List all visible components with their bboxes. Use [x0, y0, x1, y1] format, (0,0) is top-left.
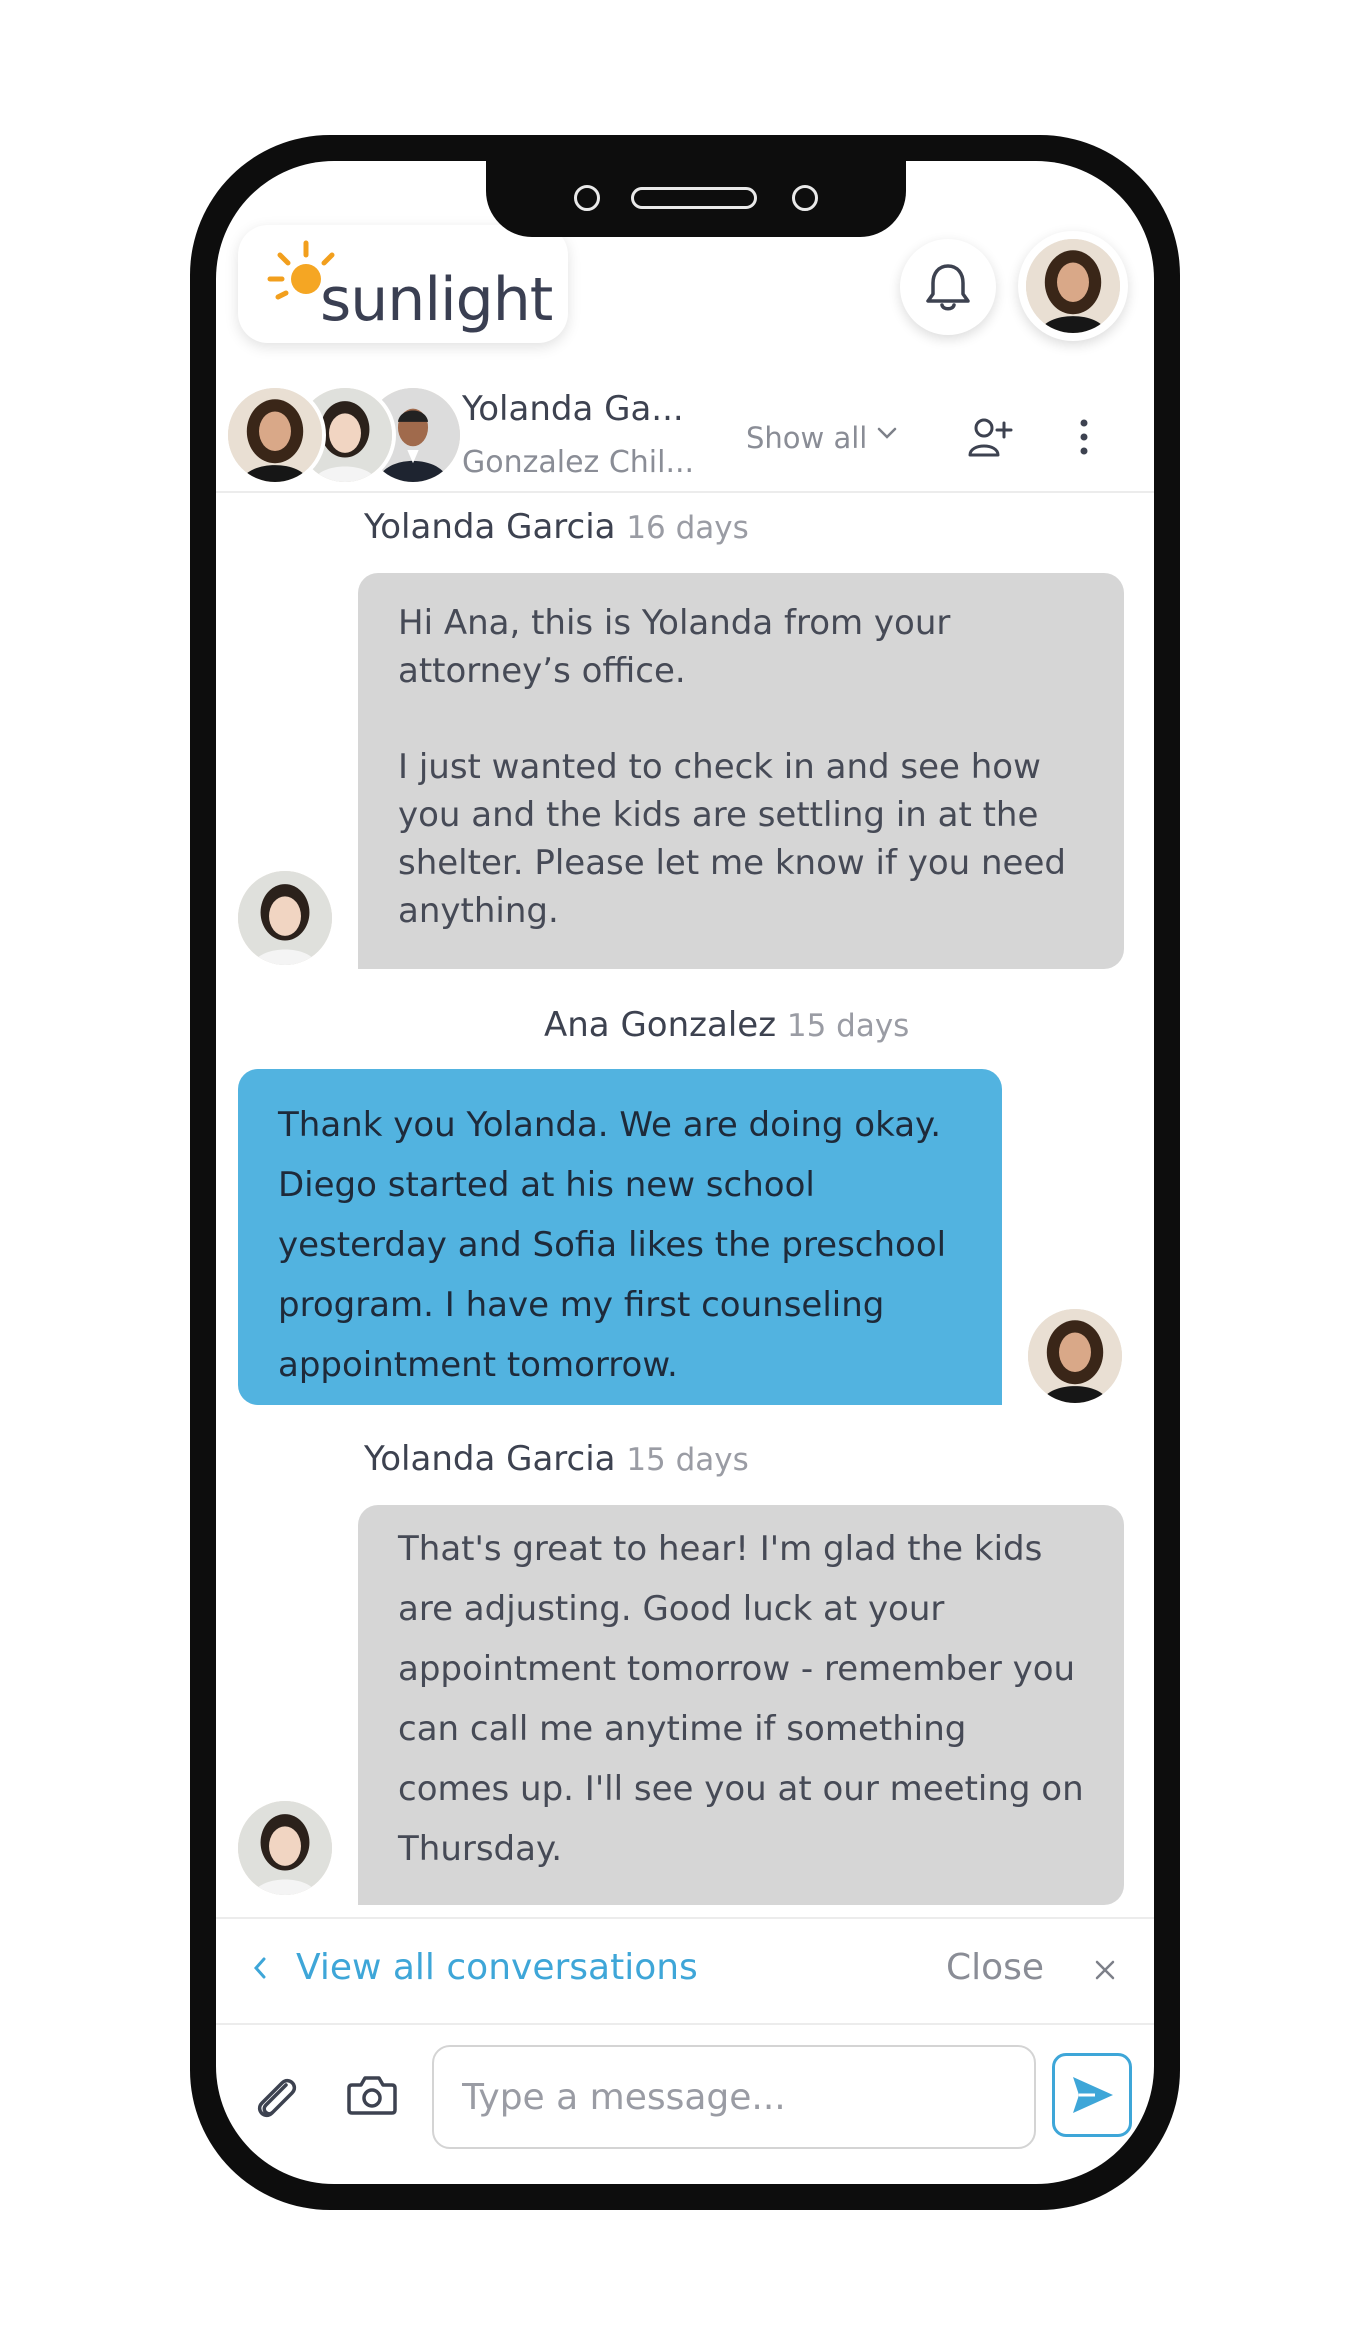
camera-icon[interactable]: [346, 2073, 398, 2117]
message-bubble-incoming[interactable]: That's great to hear! I'm glad the kids …: [358, 1505, 1124, 1905]
message-time: 16 days: [626, 510, 749, 546]
add-user-icon[interactable]: [966, 413, 1014, 461]
message-time: 15 days: [626, 1442, 749, 1478]
chevron-down-icon[interactable]: [876, 425, 898, 441]
paperclip-icon[interactable]: [252, 2071, 300, 2123]
camera-notch: [486, 161, 906, 237]
conversation-header: Yolanda Ga... Gonzalez Chil... Show all: [216, 361, 1154, 493]
bell-icon: [926, 264, 970, 311]
send-icon: [1073, 2077, 1113, 2113]
sender-name: Ana Gonzalez: [544, 1005, 777, 1045]
brand-name: sunlight: [320, 265, 553, 335]
user-avatar: [1026, 239, 1120, 333]
message-sender: Ana Gonzalez 15 days: [544, 1005, 909, 1045]
sender-avatar: [238, 871, 332, 965]
chevron-left-icon[interactable]: [252, 1955, 268, 1981]
message-sender: Yolanda Garcia 16 days: [364, 507, 749, 547]
notifications-button[interactable]: [900, 239, 996, 335]
sender-avatar: [238, 1801, 332, 1895]
sender-name: Yolanda Garcia: [364, 1439, 616, 1479]
message-sender: Yolanda Garcia 15 days: [364, 1439, 749, 1479]
message-input[interactable]: [432, 2045, 1036, 2149]
message-time: 15 days: [786, 1008, 910, 1044]
sender-name: Yolanda Garcia: [364, 507, 616, 547]
sender-avatar: [1028, 1309, 1122, 1403]
message-bubble-incoming[interactable]: Hi Ana, this is Yolanda from your attorn…: [358, 573, 1124, 969]
participant-avatar: [224, 384, 326, 486]
close-button[interactable]: Close: [946, 1947, 1044, 1988]
message-text: Thank you Yolanda. We are doing okay. Di…: [278, 1105, 947, 1385]
phone-frame: sunlight Yolanda Ga... Gonzalez Chil... …: [190, 135, 1180, 2210]
conversation-subtitle: Gonzalez Chil...: [462, 445, 695, 480]
profile-button[interactable]: [1018, 231, 1128, 341]
message-bubble-outgoing[interactable]: Thank you Yolanda. We are doing okay. Di…: [238, 1069, 1002, 1405]
more-vertical-icon[interactable]: [1078, 417, 1090, 457]
message-text: I just wanted to check in and see how yo…: [398, 747, 1066, 931]
send-button[interactable]: [1052, 2053, 1132, 2137]
close-icon[interactable]: [1094, 1959, 1116, 1981]
view-all-conversations-link[interactable]: View all conversations: [296, 1947, 698, 1988]
conversation-title: Yolanda Ga...: [462, 389, 684, 429]
message-text: Hi Ana, this is Yolanda from your attorn…: [398, 603, 951, 691]
conversation-footer: View all conversations Close: [216, 1917, 1154, 2025]
show-all-button[interactable]: Show all: [746, 421, 867, 455]
message-text: That's great to hear! I'm glad the kids …: [398, 1529, 1084, 1869]
app-screen: sunlight Yolanda Ga... Gonzalez Chil... …: [216, 161, 1154, 2184]
sunlight-logo[interactable]: sunlight: [238, 225, 568, 343]
